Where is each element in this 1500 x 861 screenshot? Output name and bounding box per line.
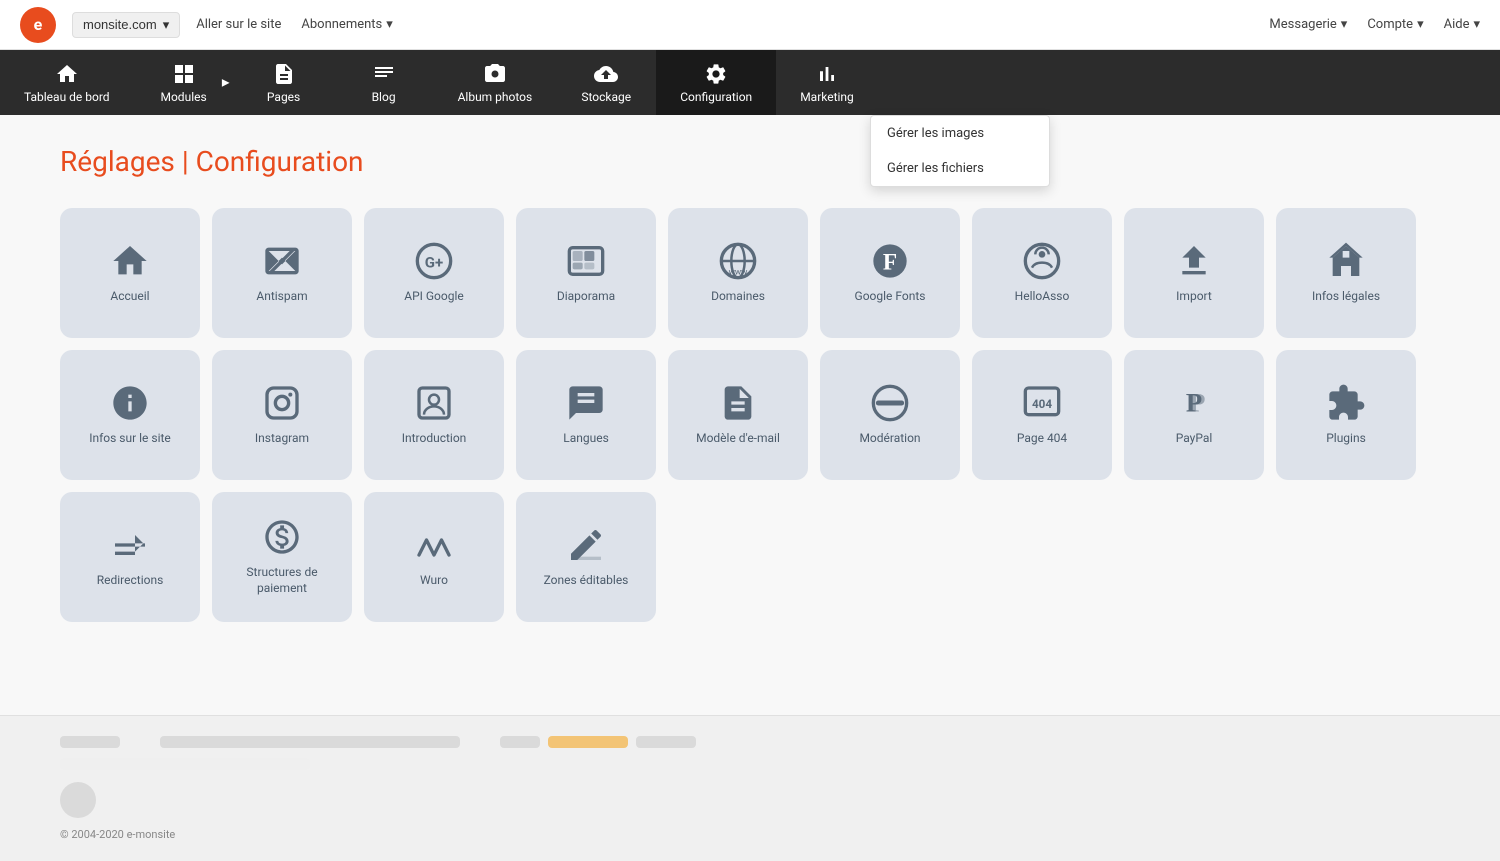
config-card-paypal[interactable]: P P PayPal (1124, 350, 1264, 480)
messagerie-button[interactable]: Messagerie ▾ (1269, 17, 1347, 32)
main-navigation: Tableau de bord Modules ▶ Pages Blog Alb… (0, 50, 1500, 115)
page-title: Réglages | Configuration (60, 145, 1440, 178)
config-grid: Accueil Antispam G+ API Google Diaporama… (60, 208, 1440, 622)
config-card-helloasso[interactable]: HelloAsso (972, 208, 1112, 338)
stockage-dropdown: Gérer les images Gérer les fichiers (870, 115, 1050, 187)
config-card-antispam[interactable]: Antispam (212, 208, 352, 338)
footer-blur-3 (500, 736, 540, 748)
footer-blur-4 (636, 736, 696, 748)
config-card-zones-editables[interactable]: Zones éditables (516, 492, 656, 622)
footer-blur-orange (548, 736, 628, 748)
svg-text:F: F (883, 250, 897, 276)
config-card-google-fonts[interactable]: F Google Fonts (820, 208, 960, 338)
config-card-page-404[interactable]: 404 Page 404 (972, 350, 1112, 480)
config-card-plugins[interactable]: Plugins (1276, 350, 1416, 480)
config-card-wuro[interactable]: Wuro (364, 492, 504, 622)
svg-text:www: www (729, 268, 749, 278)
footer-blur-bar (60, 758, 310, 770)
nav-modules[interactable]: Modules ▶ (134, 50, 234, 115)
config-card-redirections[interactable]: Redirections (60, 492, 200, 622)
top-navigation: e monsite.com ▾ Aller sur le site Abonne… (0, 0, 1500, 50)
site-name-button[interactable]: monsite.com ▾ (72, 12, 180, 38)
config-card-introduction[interactable]: Introduction (364, 350, 504, 480)
config-card-instagram[interactable]: Instagram (212, 350, 352, 480)
gerer-fichiers-item[interactable]: Gérer les fichiers (871, 151, 1049, 186)
nav-tableau-de-bord[interactable]: Tableau de bord (0, 50, 134, 115)
config-card-langues[interactable]: Langues (516, 350, 656, 480)
compte-button[interactable]: Compte ▾ (1367, 17, 1423, 32)
top-nav-right: Messagerie ▾ Compte ▾ Aide ▾ (1269, 17, 1480, 32)
footer-blur-1 (60, 736, 120, 748)
abonnements-link[interactable]: Abonnements ▾ (301, 17, 392, 32)
svg-text:P: P (1189, 388, 1205, 418)
nav-album-photos[interactable]: Album photos (434, 50, 557, 115)
footer-blurred-content (60, 736, 1440, 748)
page-content: Réglages | Configuration Accueil Antispa… (0, 115, 1500, 715)
nav-marketing[interactable]: Marketing (776, 50, 878, 115)
config-card-import[interactable]: Import (1124, 208, 1264, 338)
gerer-images-item[interactable]: Gérer les images (871, 116, 1049, 151)
nav-pages[interactable]: Pages (234, 50, 334, 115)
config-card-structures-paiement[interactable]: Structures de paiement (212, 492, 352, 622)
aide-button[interactable]: Aide ▾ (1444, 17, 1480, 32)
config-card-infos-legales[interactable]: Infos légales (1276, 208, 1416, 338)
config-card-diaporama[interactable]: Diaporama (516, 208, 656, 338)
config-card-modele-email[interactable]: Modèle d'e-mail (668, 350, 808, 480)
footer-blur-2 (160, 736, 460, 748)
config-card-infos-site[interactable]: Infos sur le site (60, 350, 200, 480)
config-card-domaines[interactable]: www Domaines (668, 208, 808, 338)
footer-copyright: © 2004-2020 e-monsite (60, 828, 1440, 841)
nav-blog[interactable]: Blog (334, 50, 434, 115)
config-card-api-google[interactable]: G+ API Google (364, 208, 504, 338)
logo: e (20, 7, 56, 43)
svg-text:G+: G+ (425, 254, 443, 272)
nav-stockage[interactable]: Stockage (556, 50, 656, 115)
top-nav-links: Aller sur le site Abonnements ▾ (196, 17, 393, 32)
nav-configuration[interactable]: Configuration (656, 50, 776, 115)
page-footer: © 2004-2020 e-monsite (0, 715, 1500, 861)
aller-sur-site-link[interactable]: Aller sur le site (196, 17, 281, 32)
svg-text:404: 404 (1032, 397, 1052, 411)
config-card-moderation[interactable]: Modération (820, 350, 960, 480)
config-card-accueil[interactable]: Accueil (60, 208, 200, 338)
footer-avatar (60, 782, 96, 818)
